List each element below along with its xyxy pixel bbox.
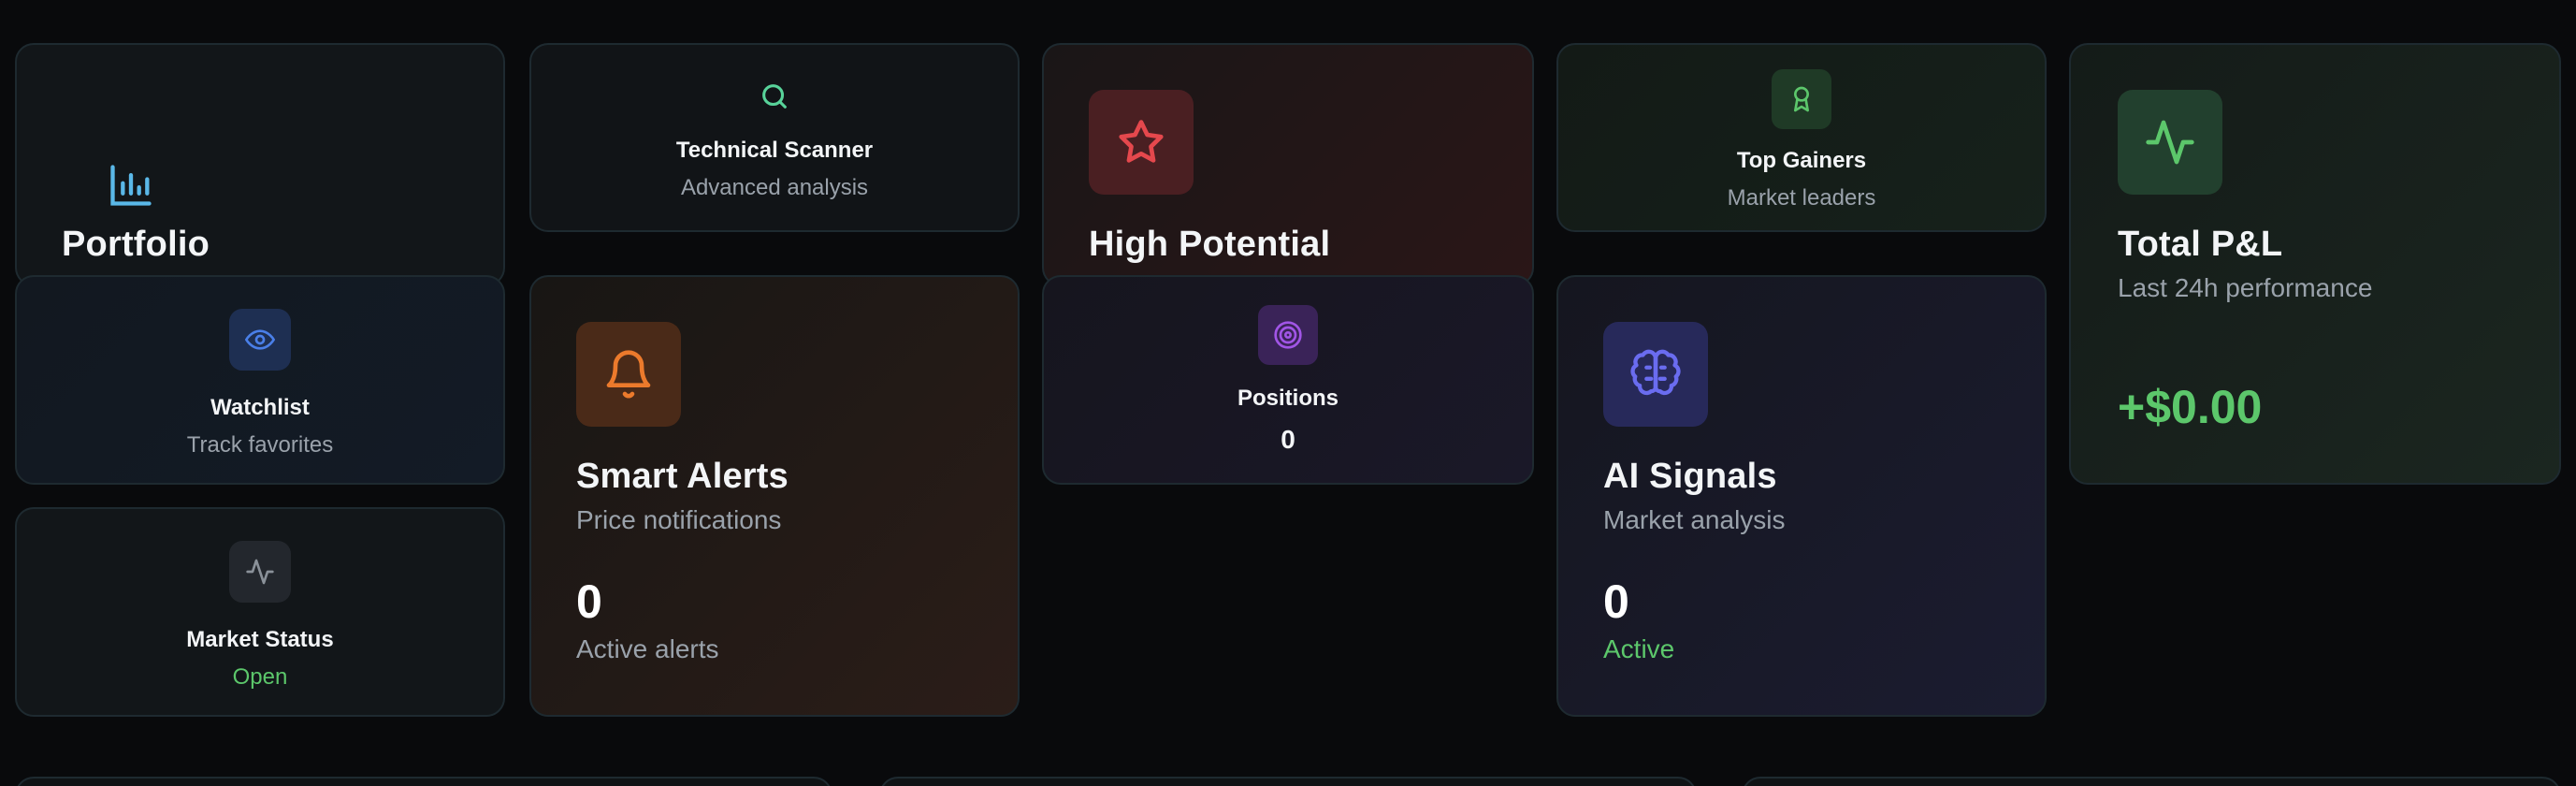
total-pnl-value: +$0.00 [2118, 381, 2263, 433]
star-icon [1089, 90, 1194, 195]
total-pnl-title: Total P&L [2118, 225, 2283, 264]
positions-title: Positions [1237, 386, 1339, 411]
activity-icon [2118, 90, 2222, 195]
top-gainers-subtitle: Market leaders [1727, 185, 1876, 211]
market-status-value: Open [232, 664, 288, 690]
watchlist-subtitle: Track favorites [186, 432, 334, 458]
high-potential-card[interactable]: High Potential [1042, 43, 1534, 286]
bottom-card-left [15, 777, 832, 786]
brain-icon [1603, 322, 1708, 427]
bar-chart-icon [107, 161, 155, 214]
high-potential-title: High Potential [1089, 225, 1331, 264]
positions-card[interactable]: Positions 0 [1042, 275, 1534, 485]
total-pnl-subtitle: Last 24h performance [2118, 273, 2373, 302]
activity-icon [229, 541, 291, 603]
technical-scanner-card[interactable]: Technical Scanner Advanced analysis [529, 43, 1020, 232]
ai-signals-card[interactable]: AI Signals Market analysis 0 Active [1556, 275, 2047, 717]
technical-scanner-title: Technical Scanner [675, 138, 874, 163]
portfolio-card[interactable]: Portfolio [15, 43, 505, 286]
ai-signals-title: AI Signals [1603, 457, 1777, 496]
positions-count: 0 [1281, 425, 1295, 454]
ai-signals-count: 0 [1603, 575, 1629, 628]
smart-alerts-card[interactable]: Smart Alerts Price notifications 0 Activ… [529, 275, 1020, 717]
bell-icon [576, 322, 681, 427]
search-icon [759, 80, 790, 117]
eye-icon [229, 309, 291, 371]
smart-alerts-count: 0 [576, 575, 602, 628]
technical-scanner-subtitle: Advanced analysis [680, 175, 869, 200]
smart-alerts-title: Smart Alerts [576, 457, 789, 496]
smart-alerts-subtitle: Price notifications [576, 505, 782, 534]
bottom-card-middle [879, 777, 1697, 786]
bottom-card-right [1742, 777, 2561, 786]
watchlist-title: Watchlist [210, 395, 310, 420]
award-icon [1772, 69, 1831, 129]
market-status-card[interactable]: Market Status Open [15, 507, 505, 717]
ai-signals-subtitle: Market analysis [1603, 505, 1786, 534]
top-gainers-title: Top Gainers [1736, 148, 1867, 173]
target-icon [1258, 305, 1318, 365]
total-pnl-card[interactable]: Total P&L Last 24h performance +$0.00 [2069, 43, 2561, 485]
ai-signals-count-label: Active [1603, 634, 1675, 663]
watchlist-card[interactable]: Watchlist Track favorites [15, 275, 505, 485]
smart-alerts-count-label: Active alerts [576, 634, 719, 663]
portfolio-title: Portfolio [62, 225, 210, 264]
market-status-title: Market Status [186, 627, 334, 652]
top-gainers-card[interactable]: Top Gainers Market leaders [1556, 43, 2047, 232]
